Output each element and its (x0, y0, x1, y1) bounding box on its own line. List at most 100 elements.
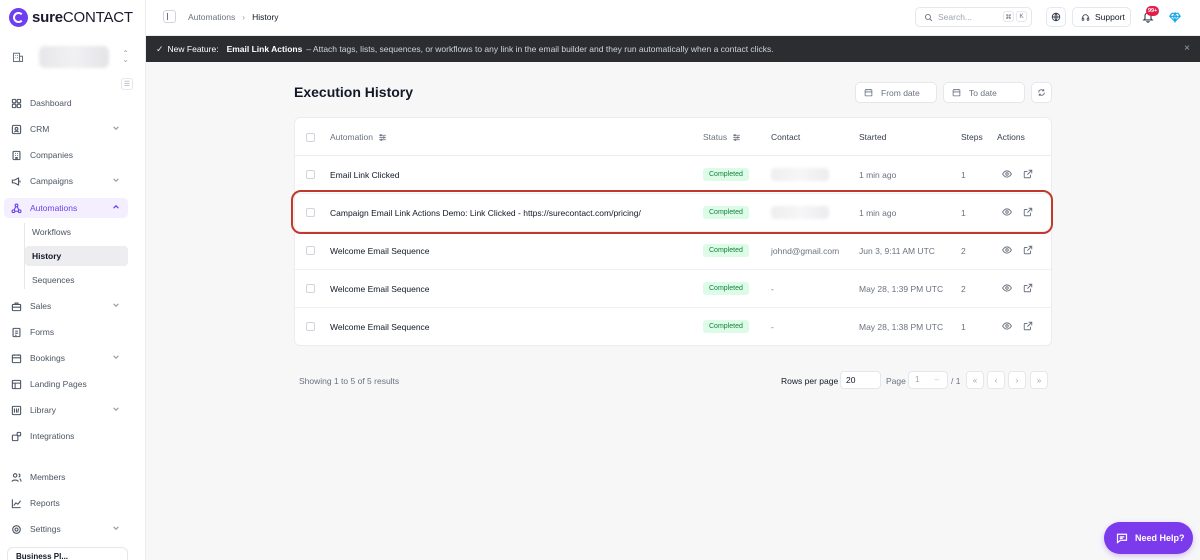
sidebar-toggle-icon[interactable] (163, 10, 176, 23)
sidebar-item-dashboard[interactable]: Dashboard (4, 93, 128, 113)
sidebar-item-label: Reports (30, 498, 60, 508)
need-help-label: Need Help? (1135, 533, 1185, 543)
brand-logo[interactable]: sureCONTACT (9, 7, 133, 27)
search-input[interactable]: Search... ⌘ K (915, 7, 1032, 27)
rows-per-page-select[interactable]: 20 (840, 371, 881, 389)
column-status[interactable]: Status (703, 132, 741, 142)
contact-email[interactable]: johnd@gmail.com (771, 246, 839, 256)
view-eye-icon[interactable] (1002, 169, 1012, 179)
sidebar-subitem-sequences[interactable]: Sequences (25, 270, 128, 290)
workspace-switcher[interactable]: ⌃ ⌄ (7, 40, 131, 74)
column-label: Automation (330, 132, 373, 142)
select-all-checkbox[interactable] (306, 133, 315, 142)
automation-name[interactable]: Campaign Email Link Actions Demo: Link C… (330, 208, 641, 218)
steps-count: 1 (961, 170, 966, 180)
column-automation[interactable]: Automation (330, 132, 387, 142)
row-checkbox[interactable] (306, 246, 315, 255)
chevron-down-icon (112, 405, 120, 413)
stepper-dash: – (934, 375, 939, 384)
sidebar-item-integrations[interactable]: Integrations (4, 426, 128, 446)
filter-sliders-icon[interactable] (378, 133, 387, 142)
row-checkbox[interactable] (306, 284, 315, 293)
table-row[interactable]: Welcome Email Sequence Completed johnd@g… (295, 232, 1051, 270)
automation-name[interactable]: Welcome Email Sequence (330, 246, 430, 256)
view-eye-icon[interactable] (1002, 245, 1012, 255)
table-row[interactable]: Welcome Email Sequence Completed - May 2… (295, 270, 1051, 308)
sidebar-item-reports[interactable]: Reports (4, 493, 128, 513)
search-placeholder: Search... (938, 12, 973, 22)
sidebar-item-library[interactable]: Library (4, 400, 128, 420)
plan-card[interactable]: Business Pl... (7, 547, 128, 560)
calendar-icon (952, 89, 961, 97)
view-eye-icon[interactable] (1002, 321, 1012, 331)
to-date-picker[interactable]: To date (943, 82, 1025, 103)
refresh-button[interactable] (1031, 82, 1052, 103)
sidebar-item-sales[interactable]: Sales (4, 296, 128, 316)
brand-name-rest: CONTACT (62, 8, 133, 26)
sidebar-item-companies[interactable]: Companies (4, 145, 128, 165)
prev-page-button[interactable]: ‹ (987, 371, 1005, 389)
open-external-icon[interactable] (1023, 283, 1033, 293)
sidebar-subitem-history[interactable]: History (25, 246, 128, 266)
sidebar-item-label: Campaigns (30, 176, 73, 186)
steps-count: 2 (961, 284, 966, 294)
need-help-button[interactable]: Need Help? (1104, 522, 1193, 554)
page-input[interactable]: 1 – (908, 371, 948, 389)
sidebar-item-label: Bookings (30, 353, 65, 363)
automation-name[interactable]: Welcome Email Sequence (330, 322, 430, 332)
automation-name[interactable]: Email Link Clicked (330, 170, 399, 180)
library-icon (9, 405, 23, 416)
breadcrumb-current: History (252, 12, 279, 22)
view-eye-icon[interactable] (1002, 283, 1012, 293)
sidebar-item-forms[interactable]: Forms (4, 322, 128, 342)
sidebar-item-settings[interactable]: Settings (4, 519, 128, 539)
from-date-picker[interactable]: From date (855, 82, 937, 103)
execution-history-table: Automation Status Contact Started Steps … (294, 117, 1052, 346)
row-checkbox[interactable] (306, 322, 315, 331)
open-external-icon[interactable] (1023, 207, 1033, 217)
sidebar-item-campaigns[interactable]: Campaigns (4, 171, 128, 191)
sidebar-item-automations[interactable]: Automations (4, 198, 128, 218)
row-checkbox[interactable] (306, 208, 315, 217)
page-title: Execution History (294, 84, 414, 100)
sidebar-item-crm[interactable]: CRM (4, 119, 128, 139)
diamond-icon[interactable] (1169, 11, 1181, 24)
support-label: Support (1095, 12, 1125, 22)
started-time: May 28, 1:39 PM UTC (859, 284, 944, 294)
close-icon[interactable]: × (1184, 44, 1190, 54)
view-eye-icon[interactable] (1002, 207, 1012, 217)
language-button[interactable] (1046, 7, 1066, 27)
automation-name[interactable]: Welcome Email Sequence (330, 284, 430, 294)
steps-count: 1 (961, 322, 966, 332)
sidebar-subitem-workflows[interactable]: Workflows (25, 222, 128, 242)
sidebar-item-members[interactable]: Members (4, 467, 128, 487)
support-button[interactable]: Support (1072, 7, 1131, 27)
sidebar-item-landing-pages[interactable]: Landing Pages (4, 374, 128, 394)
table-row[interactable]: Campaign Email Link Actions Demo: Link C… (295, 194, 1051, 232)
filter-sliders-icon[interactable] (732, 133, 741, 142)
last-page-button[interactable]: » (1030, 371, 1048, 389)
table-row[interactable]: Email Link Clicked Completed 1 min ago 1 (295, 156, 1051, 194)
next-page-button[interactable]: › (1008, 371, 1026, 389)
sidebar: sureCONTACT ⌃ ⌄ ☰ Dashboard CRM Companies… (0, 0, 146, 560)
row-checkbox[interactable] (306, 170, 315, 179)
sidebar-item-bookings[interactable]: Bookings (4, 348, 128, 368)
open-external-icon[interactable] (1023, 321, 1033, 331)
breadcrumb-automations[interactable]: Automations (188, 12, 235, 22)
chevron-down-icon (112, 353, 120, 361)
column-steps: Steps (961, 132, 983, 142)
open-external-icon[interactable] (1023, 169, 1033, 179)
building-icon (9, 150, 23, 161)
status-badge: Completed (703, 320, 749, 333)
users-icon (9, 472, 23, 483)
sidebar-item-label: Integrations (30, 431, 75, 441)
first-page-button[interactable]: « (966, 371, 984, 389)
sparkle-icon: ✓ (156, 43, 164, 54)
sidebar-collapse-button[interactable]: ☰ (121, 78, 133, 90)
contact-card-icon (9, 124, 23, 135)
layout-icon (9, 379, 23, 390)
table-row[interactable]: Welcome Email Sequence Completed - May 2… (295, 308, 1051, 346)
surecontact-logo-icon (9, 7, 28, 27)
contact-blurred (771, 206, 829, 219)
open-external-icon[interactable] (1023, 245, 1033, 255)
